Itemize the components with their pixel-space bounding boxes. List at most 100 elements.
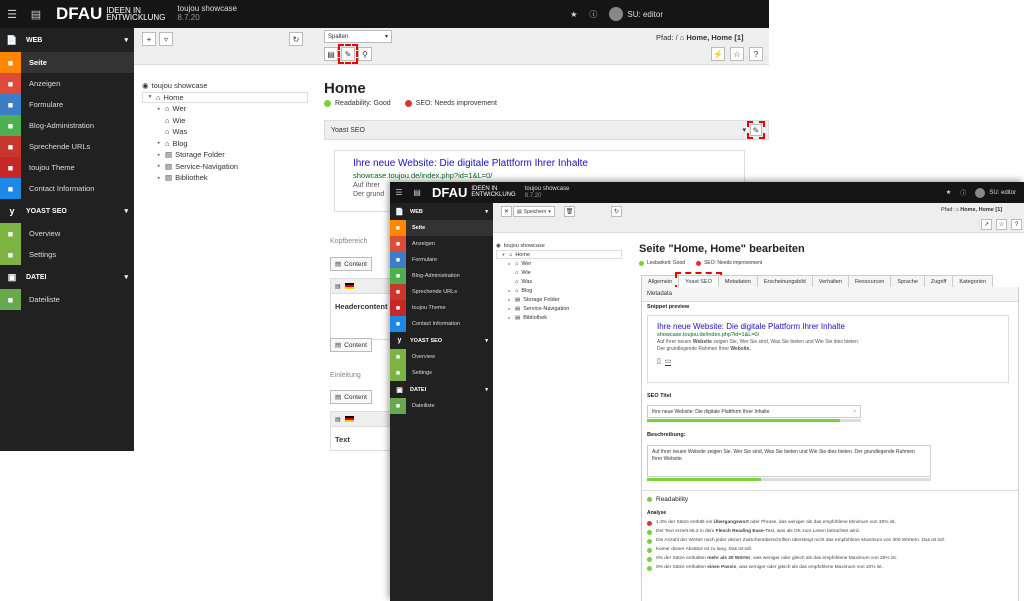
view-select[interactable]: Spalten ▾ — [324, 30, 392, 43]
tree-node[interactable]: ▸ ⌂ Blog — [142, 138, 308, 150]
bookmark-star-icon[interactable]: ☆ — [730, 47, 744, 61]
tree-node[interactable]: ▸ ▤ Bibliothek — [142, 172, 308, 184]
expand-icon[interactable]: ▸ — [507, 315, 512, 320]
expand-icon[interactable]: ▸ — [156, 106, 162, 112]
bookmark-star-icon[interactable]: ★ — [946, 189, 951, 196]
sidebar-item-toujou-theme[interactable]: ■ toujou Theme — [390, 300, 493, 316]
sidebar-item-formulare[interactable]: ■ Formulare — [390, 252, 493, 268]
sidebar-item-contact-information[interactable]: ■ Contact Information — [0, 178, 134, 199]
sidebar-item-contact-information[interactable]: ■ Contact Information — [390, 316, 493, 332]
section-yoast[interactable]: y YOAST SEO ▾ — [0, 199, 134, 223]
sidebar-item-sprechende-urls[interactable]: ■ Sprechende URLs — [0, 136, 134, 157]
filter-icon[interactable]: ▿ — [159, 32, 173, 46]
bookmark-star-icon[interactable]: ☆ — [996, 219, 1007, 230]
sidebar-item-blog-administration[interactable]: ■ Blog-Administration — [390, 268, 493, 284]
edit-page-properties-button[interactable]: ✎ — [338, 44, 358, 64]
refresh-icon[interactable]: ↻ — [611, 206, 622, 217]
collapse-icon[interactable]: ▼ — [501, 252, 506, 257]
help-button[interactable]: ? — [1011, 219, 1022, 230]
expand-icon[interactable]: ▸ — [156, 140, 162, 146]
mobile-icon[interactable]: ▯ — [657, 357, 661, 366]
user-menu[interactable]: SU: editor — [609, 7, 663, 21]
tree-node[interactable]: ▸ ▤ Storage Folder — [142, 149, 308, 161]
tree-node-home[interactable]: ▼ ⌂ Home — [142, 91, 308, 103]
help-icon[interactable]: ⓘ — [589, 9, 597, 20]
help-button[interactable]: ? — [749, 47, 763, 61]
seo-title-input[interactable]: Ihre neue Website: Die digitale Plattfor… — [647, 405, 861, 418]
tree-root[interactable]: ◉ toujou showcase — [496, 241, 622, 250]
sidebar-item-sprechende-urls[interactable]: ■ Sprechende URLs — [390, 284, 493, 300]
add-content-button[interactable]: ▤ Content — [330, 390, 372, 404]
save-button[interactable]: ▤ Speichern ▾ — [513, 206, 555, 217]
expand-icon[interactable]: ▸ — [507, 261, 512, 266]
refresh-icon[interactable]: ↻ — [289, 32, 303, 46]
sidebar-item-seite[interactable]: ■ Seite — [0, 52, 134, 73]
edit-snippet-button[interactable]: ✎ — [747, 121, 765, 139]
tree-node[interactable]: ▸ ▤ Storage Folder — [496, 295, 622, 304]
snippet-title[interactable]: Ihre neue Website: Die digitale Plattfor… — [353, 158, 726, 169]
section-datei[interactable]: ▣ DATEI ▾ — [0, 265, 134, 289]
section-yoast[interactable]: y YOAST SEO ▾ — [390, 332, 493, 349]
tree-node[interactable]: ▸ ▤ Service-Navigation — [496, 304, 622, 313]
sidebar-item-seite[interactable]: ■ Seite — [390, 220, 493, 236]
add-content-button[interactable]: ▤ Content — [330, 338, 372, 352]
user-menu[interactable]: SU: editor — [975, 187, 1016, 198]
readability-heading[interactable]: Readability — [647, 496, 688, 503]
sidebar-item-anzeigen[interactable]: ■ Anzeigen — [390, 236, 493, 252]
seo-title-label: SEO Titel — [647, 393, 672, 399]
tree-toggle-icon[interactable]: ▤ — [408, 182, 426, 203]
snippet-title[interactable]: Ihre neue Website: Die digitale Plattfor… — [657, 322, 999, 331]
clear-icon[interactable]: × — [853, 409, 856, 415]
expand-icon[interactable]: ▸ — [507, 297, 512, 302]
sidebar-item-anzeigen[interactable]: ■ Anzeigen — [0, 73, 134, 94]
tree-node[interactable]: ▸ ⌂ Blog — [496, 286, 622, 295]
section-web[interactable]: 📄 WEB ▾ — [390, 203, 493, 220]
tree-node[interactable]: ⌂ Was — [496, 277, 622, 286]
sidebar-item-blog-administration[interactable]: ■ Blog-Administration — [0, 115, 134, 136]
sidebar-item-settings[interactable]: ■ Settings — [390, 365, 493, 381]
menu-toggle-icon[interactable]: ☰ — [0, 0, 24, 28]
logo[interactable]: DFAU IDEEN IN ENTWICKLUNG — [432, 185, 516, 200]
expand-icon[interactable]: ▸ — [507, 288, 512, 293]
sidebar-item-overview[interactable]: ■ Overview — [390, 349, 493, 365]
tree-root[interactable]: ◉ toujou showcase — [142, 80, 308, 92]
yoast-panel-header[interactable]: Yoast SEO ▾ ✎ — [324, 120, 769, 140]
expand-icon[interactable]: ▸ — [156, 175, 162, 181]
expand-icon[interactable]: ▸ — [507, 306, 512, 311]
add-content-button[interactable]: ▤ Content — [330, 257, 372, 271]
section-web[interactable]: 📄 WEB ▾ — [0, 28, 134, 52]
tree-node[interactable]: ⌂ Was — [142, 126, 308, 138]
delete-icon[interactable]: 🗑 — [564, 206, 575, 217]
logo[interactable]: DFAU IDEEN IN ENTWICKLUNG — [56, 4, 165, 24]
tree-node[interactable]: ⌂ Wie — [142, 115, 308, 127]
expand-icon[interactable]: ▸ — [156, 152, 162, 158]
sidebar-item-overview[interactable]: ■ Overview — [0, 223, 134, 244]
tree-node-home[interactable]: ▼ ⌂ Home — [496, 250, 622, 259]
sidebar-item-dateiliste[interactable]: ■ Dateiliste — [390, 398, 493, 414]
tree-node[interactable]: ▸ ▤ Bibliothek — [496, 313, 622, 322]
tree-node[interactable]: ⌂ Wie — [496, 268, 622, 277]
tree-node[interactable]: ▸ ▤ Service-Navigation — [142, 161, 308, 173]
tree-toggle-icon[interactable]: ▤ — [24, 0, 48, 28]
search-icon[interactable]: ⚲ — [358, 47, 372, 61]
open-new-window-icon[interactable]: ↗ — [981, 219, 992, 230]
shortcut-icon[interactable]: ⚡ — [711, 47, 725, 61]
tree-node[interactable]: ▸ ⌂ Wer — [142, 103, 308, 115]
description-textarea[interactable]: Auf Ihrer neuen Website zeigen Sie, Wer … — [647, 445, 931, 477]
expand-icon[interactable]: ▸ — [156, 163, 162, 169]
sidebar-item-toujou-theme[interactable]: ■ toujou Theme — [0, 157, 134, 178]
tree-node[interactable]: ▸ ⌂ Wer — [496, 259, 622, 268]
bookmark-star-icon[interactable]: ★ — [570, 10, 577, 19]
desktop-icon[interactable]: ▭ — [664, 357, 672, 366]
sidebar-item-settings[interactable]: ■ Settings — [0, 244, 134, 265]
sidebar-item-dateiliste[interactable]: ■ Dateiliste — [0, 289, 134, 310]
chevron-down-icon[interactable]: ▾ — [742, 126, 746, 134]
help-icon[interactable]: ⓘ — [960, 188, 966, 197]
view-page-icon[interactable]: ▤ — [324, 47, 338, 61]
menu-toggle-icon[interactable]: ☰ — [390, 182, 408, 203]
new-page-button[interactable]: + — [142, 32, 156, 46]
sidebar-item-formulare[interactable]: ■ Formulare — [0, 94, 134, 115]
collapse-icon[interactable]: ▼ — [147, 94, 153, 100]
section-datei[interactable]: ▣ DATEI ▾ — [390, 381, 493, 398]
close-button[interactable]: ✕ — [501, 206, 512, 217]
